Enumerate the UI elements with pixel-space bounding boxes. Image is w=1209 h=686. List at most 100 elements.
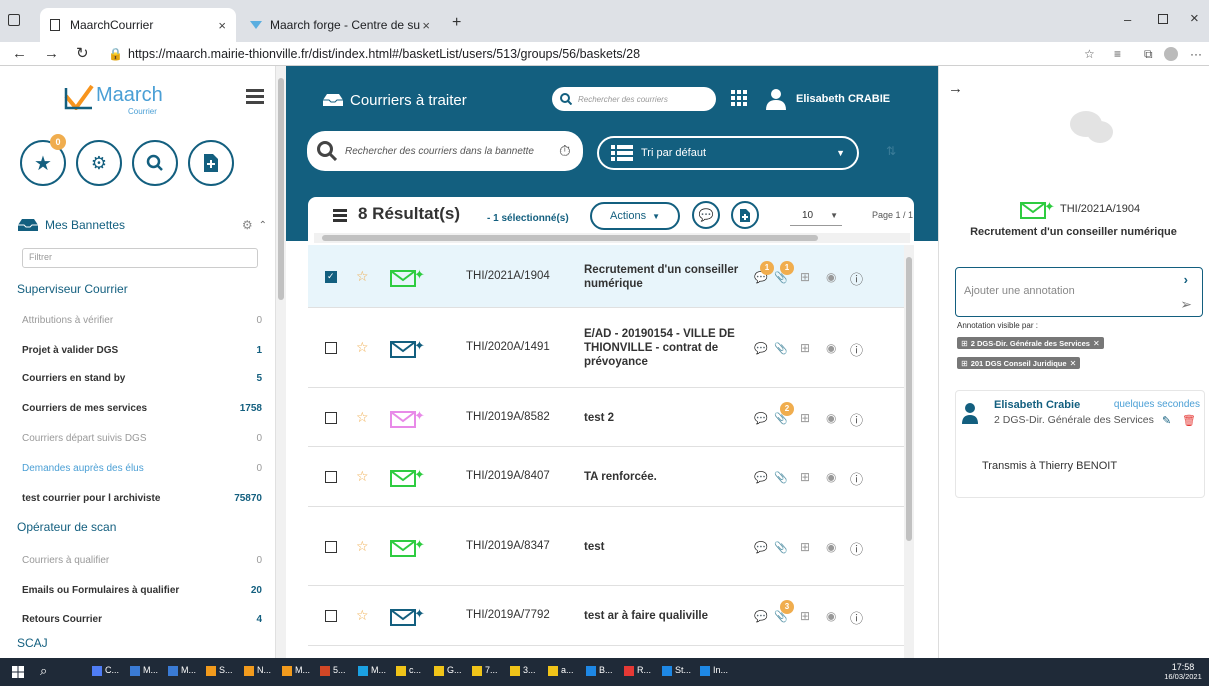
row-checkbox[interactable] <box>325 342 337 354</box>
info-icon[interactable]: ⓘ <box>850 469 863 488</box>
row-subject[interactable]: E/AD - 20190154 - VILLE DE THIONVILLE - … <box>584 327 744 369</box>
table-row[interactable]: ☆ ✦ THI/2020A/1491 E/AD - 20190154 - VIL… <box>308 308 904 388</box>
eye-icon[interactable]: ◉ <box>826 341 836 355</box>
lock-icon[interactable]: 🔒 <box>108 44 123 64</box>
basket-emails-formulaires[interactable]: Emails ou Formulaires à qualifier 20 <box>22 580 262 600</box>
basket-search-input[interactable]: Rechercher des courriers dans la bannett… <box>307 131 583 171</box>
visibility-tag[interactable]: ⊞ 201 DGS Conseil Juridique ✕ <box>957 357 1081 369</box>
page-size-select[interactable]: 10 ▼ <box>790 206 842 226</box>
taskbar-app[interactable]: 3... <box>510 665 536 676</box>
maximize-icon[interactable] <box>1158 14 1168 24</box>
row-subject[interactable]: Recrutement d'un conseiller numérique <box>584 263 744 291</box>
taskbar-app[interactable]: R... <box>624 665 651 676</box>
row-checkbox[interactable]: ✓ <box>325 270 337 283</box>
tag-remove-icon[interactable]: ✕ <box>1093 339 1100 348</box>
minimize-icon[interactable]: – <box>1124 12 1131 27</box>
info-icon[interactable]: ⓘ <box>850 608 863 627</box>
tab-close-icon[interactable]: × <box>218 18 226 33</box>
info-icon[interactable]: ⓘ <box>850 269 863 288</box>
chevron-right-icon[interactable]: › <box>1184 272 1188 287</box>
basket-stand-by[interactable]: Courriers en stand by 5 <box>22 368 262 388</box>
notes-button[interactable]: 💬 <box>692 201 720 229</box>
taskbar-app[interactable]: a... <box>548 665 574 676</box>
row-subject[interactable]: test 2 <box>584 411 744 425</box>
table-row[interactable]: ✓ ☆ ✦ THI/2021A/1904 Recrutement d'un co… <box>308 245 904 308</box>
row-checkbox[interactable] <box>325 540 337 553</box>
tab-maarch-forge[interactable]: Maarch forge - Centre de suppo × <box>240 8 440 42</box>
info-icon[interactable]: ⓘ <box>850 340 863 359</box>
close-window-icon[interactable]: × <box>1190 10 1199 27</box>
sidebar-scrollbar-thumb[interactable] <box>278 78 284 300</box>
basket-archiviste[interactable]: test courrier pour l archiviste 75870 <box>22 488 262 508</box>
reload-icon[interactable]: ↻ <box>76 44 89 64</box>
star-icon[interactable]: ☆ <box>356 538 369 555</box>
visibility-tag[interactable]: ⊞ 2 DGS-Dir. Générale des Services ✕ <box>957 337 1104 349</box>
arrow-right-icon[interactable]: → <box>948 80 963 97</box>
url-field[interactable]: https://maarch.mairie-thionville.fr/dist… <box>128 44 1128 64</box>
eye-icon[interactable]: ◉ <box>826 270 836 284</box>
administration-button[interactable]: ⚙ <box>76 140 122 186</box>
tab-close-icon[interactable]: × <box>422 18 430 33</box>
eye-icon[interactable]: ◉ <box>826 540 836 554</box>
tag-remove-icon[interactable]: ✕ <box>1070 359 1077 368</box>
taskbar-app[interactable]: c... <box>396 665 421 676</box>
apps-grid-icon[interactable] <box>731 90 747 106</box>
basket-depart-dgs[interactable]: Courriers départ suivis DGS 0 <box>22 428 262 448</box>
basket-projet-dgs[interactable]: Projet à valider DGS 1 <box>22 340 262 360</box>
notes-icon[interactable]: 💬 <box>754 610 768 623</box>
basket-retours[interactable]: Retours Courrier 4 <box>22 609 262 629</box>
annotation-input[interactable]: Ajouter une annotation › ➢ <box>955 267 1203 317</box>
notes-icon[interactable]: 💬 <box>754 541 768 554</box>
group-superviseur-courrier[interactable]: Superviseur Courrier <box>17 282 128 296</box>
new-tab-button[interactable]: + <box>452 14 461 32</box>
sitemap-icon[interactable]: ⊞ <box>800 470 810 484</box>
taskbar-app[interactable]: 7... <box>472 665 498 676</box>
windows-start-icon[interactable] <box>12 666 24 678</box>
group-scaj[interactable]: SCAJ <box>17 636 48 650</box>
delete-trash-icon[interactable]: 🗑 <box>1182 414 1196 427</box>
list-scrollbar-thumb[interactable] <box>906 257 912 541</box>
eye-icon[interactable]: ◉ <box>826 411 836 425</box>
taskbar-app[interactable]: N... <box>244 665 271 676</box>
sort-order-icon[interactable]: ⇅ <box>886 144 896 158</box>
notes-icon[interactable]: 💬 <box>754 342 768 355</box>
timer-icon[interactable]: ⏱ <box>559 143 571 160</box>
taskbar-app[interactable]: M... <box>130 665 158 676</box>
row-checkbox[interactable] <box>325 610 337 622</box>
favorites-icon[interactable]: ≡ <box>1114 44 1121 64</box>
sort-select[interactable]: Tri par défaut ▼ <box>597 136 859 170</box>
basket-demandes-elus[interactable]: Demandes auprès des élus 0 <box>22 458 262 478</box>
taskbar-app[interactable]: S... <box>206 665 233 676</box>
eye-icon[interactable]: ◉ <box>826 470 836 484</box>
search-icon[interactable]: ⌕ <box>40 663 47 679</box>
global-search-input[interactable]: Rechercher des courriers <box>552 87 716 111</box>
star-icon[interactable]: ☆ <box>356 468 369 485</box>
taskbar-app[interactable]: In... <box>700 665 728 676</box>
row-subject[interactable]: TA renforcée. <box>584 470 744 484</box>
taskbar-app[interactable]: M... <box>168 665 196 676</box>
hamburger-menu-icon[interactable] <box>246 88 264 104</box>
favorites-add-icon[interactable]: ☆ <box>1084 44 1095 64</box>
star-icon[interactable]: ☆ <box>356 607 369 624</box>
horizontal-scrollbar-thumb[interactable] <box>322 235 818 241</box>
sitemap-icon[interactable]: ⊞ <box>800 270 810 284</box>
collapse-icon[interactable]: ⌃ <box>259 220 267 231</box>
baskets-section-header[interactable]: Mes Bannettes ⚙ ⌃ <box>17 216 267 234</box>
sitemap-icon[interactable]: ⊞ <box>800 609 810 623</box>
select-all-menu-icon[interactable] <box>333 208 347 222</box>
paperclip-icon[interactable]: 📎 <box>774 471 788 484</box>
sitemap-icon[interactable]: ⊞ <box>800 540 810 554</box>
section-settings-icon[interactable]: ⚙ <box>242 218 253 232</box>
taskbar-app[interactable]: M... <box>358 665 386 676</box>
taskbar-app[interactable]: C... <box>92 665 119 676</box>
info-icon[interactable]: ⓘ <box>850 539 863 558</box>
search-button[interactable] <box>132 140 178 186</box>
sitemap-icon[interactable]: ⊞ <box>800 341 810 355</box>
send-icon[interactable]: ➢ <box>1180 296 1192 313</box>
tab-maarch-courrier[interactable]: MaarchCourrier × <box>40 8 236 42</box>
actions-button[interactable]: Actions ▼ <box>590 202 680 230</box>
sitemap-icon[interactable]: ⊞ <box>800 411 810 425</box>
taskbar-app[interactable]: St... <box>662 665 691 676</box>
info-icon[interactable]: ⓘ <box>850 410 863 429</box>
row-checkbox[interactable] <box>325 411 337 424</box>
